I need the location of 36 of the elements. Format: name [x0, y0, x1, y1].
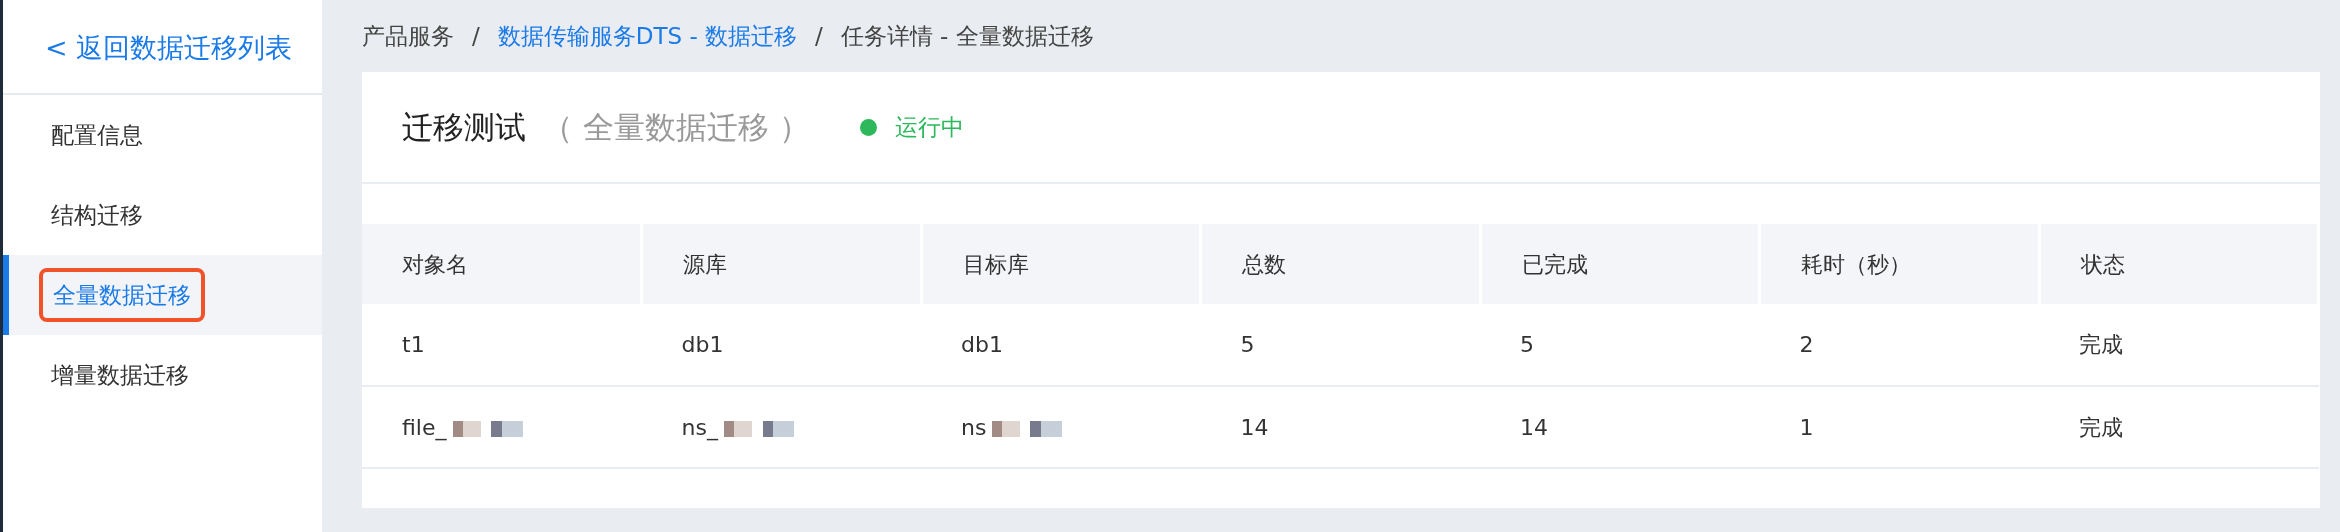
column-header: 已完成	[1480, 224, 1760, 304]
task-subtitle: （ 全量数据迁移 ）	[542, 107, 810, 147]
status-text: 运行中	[894, 112, 964, 142]
sidebar-item[interactable]: 结构迁移	[3, 175, 322, 255]
table-cell: 14	[1480, 386, 1760, 468]
sidebar-item[interactable]: 全量数据迁移	[3, 255, 322, 335]
status-dot	[859, 118, 877, 136]
breadcrumb-item: 任务详情 - 全量数据迁移	[840, 21, 1094, 51]
breadcrumb-separator: /	[472, 21, 480, 51]
sidebar-item[interactable]: 增量数据迁移	[3, 335, 322, 415]
table-cell: 14	[1200, 386, 1480, 468]
table-cell: db1	[641, 304, 921, 386]
table-cell: 完成	[2039, 304, 2319, 386]
table-cell: ns_	[681, 414, 718, 440]
highlight-outline: 全量数据迁移	[39, 267, 205, 323]
breadcrumb-item: 产品服务	[362, 21, 454, 51]
column-header: 对象名	[362, 224, 642, 304]
table-cell: 1	[1759, 386, 2039, 468]
table-cell: db1	[921, 304, 1201, 386]
table-cell: 5	[1200, 304, 1480, 386]
table-cell: 5	[1480, 304, 1760, 386]
breadcrumb-link[interactable]: 数据传输服务DTS - 数据迁移	[497, 18, 798, 54]
table-cell: 完成	[2039, 386, 2319, 468]
task-title: 迁移测试	[402, 107, 526, 147]
table-cell: t1	[362, 304, 642, 386]
column-header: 状态	[2039, 224, 2319, 304]
column-header: 源库	[641, 224, 921, 304]
table-cell: file_	[402, 414, 447, 440]
column-header: 总数	[1200, 224, 1480, 304]
table-cell: 2	[1759, 304, 2039, 386]
column-header: 耗时（秒）	[1759, 224, 2039, 304]
column-header: 目标库	[921, 224, 1201, 304]
breadcrumb-separator: /	[815, 21, 823, 51]
back-link[interactable]: < 返回数据迁移列表	[3, 0, 322, 95]
sidebar-item[interactable]: 配置信息	[3, 95, 322, 175]
table-cell: ns	[961, 414, 987, 440]
